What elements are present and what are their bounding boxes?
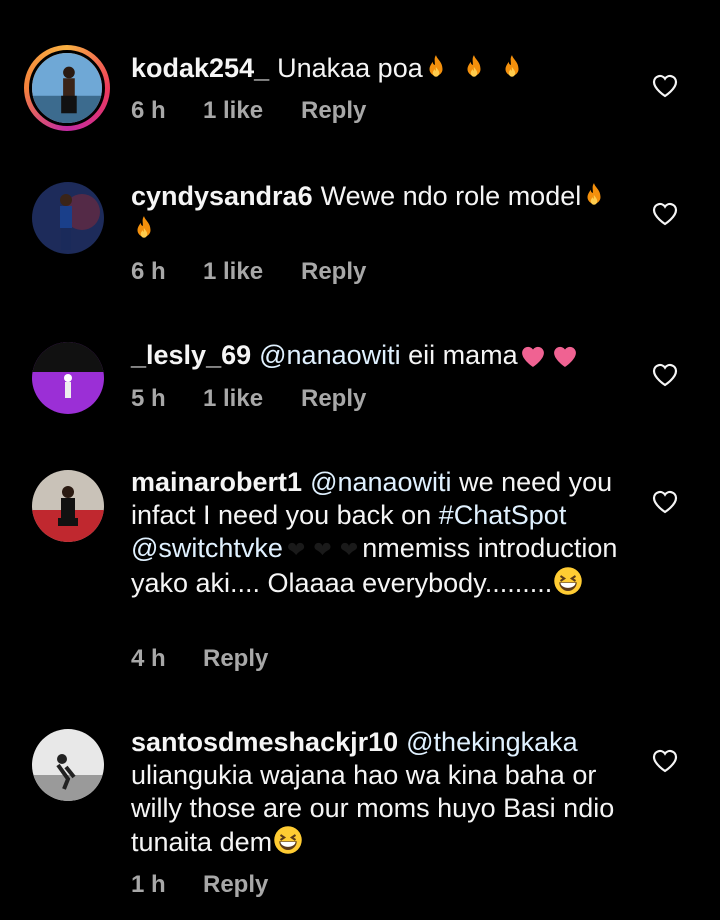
comment-time: 6 h	[131, 258, 166, 285]
username[interactable]: _lesly_69	[131, 340, 251, 370]
comment-text: mainarobert1 @nanaowiti we need you infac…	[131, 466, 631, 600]
comment-body: uliangukia wajana hao wa kina baha or wi…	[131, 760, 615, 857]
fire-emoji-icon	[131, 214, 157, 242]
comment-meta: 6 h 1 like Reply	[131, 97, 366, 125]
avatar[interactable]	[24, 45, 110, 131]
like-count[interactable]: 1 like	[203, 97, 301, 125]
avatar[interactable]	[32, 470, 104, 542]
comment-text: cyndysandra6 Wewe ndo role model	[131, 180, 631, 246]
reply-button[interactable]: Reply	[301, 258, 366, 286]
pink-heart-emoji-icon	[518, 344, 548, 368]
comment-text: santosdmeshackjr10 @thekingkaka ulianguki…	[131, 726, 631, 859]
fire-emoji-icon	[423, 53, 449, 81]
comment-meta: 1 h Reply	[131, 871, 268, 899]
mention-link[interactable]: @switchtvke	[131, 533, 283, 563]
fire-emoji-icon	[499, 53, 525, 81]
username[interactable]: kodak254_	[131, 53, 269, 83]
reply-button[interactable]: Reply	[203, 645, 268, 673]
like-count[interactable]: 1 like	[203, 385, 301, 413]
reply-button[interactable]: Reply	[301, 97, 366, 125]
comment-time: 1 h	[131, 871, 166, 898]
mention-link[interactable]: @nanaowiti	[310, 467, 452, 497]
black-heart-emoji-icon: ❤	[339, 537, 359, 562]
like-count[interactable]: 1 like	[203, 258, 301, 286]
comment-body: Wewe ndo role model	[320, 181, 582, 211]
grinning-face-emoji-icon	[272, 825, 304, 855]
avatar[interactable]	[32, 729, 104, 801]
pink-heart-emoji-icon	[550, 344, 580, 368]
fire-emoji-icon	[461, 53, 487, 81]
like-heart-icon[interactable]	[652, 363, 678, 387]
fire-emoji-icon	[581, 181, 607, 209]
comment-text: _lesly_69 @nanaowiti eii mama	[131, 339, 631, 372]
reply-button[interactable]: Reply	[301, 385, 366, 413]
comment-meta: 6 h 1 like Reply	[131, 258, 366, 286]
like-heart-icon[interactable]	[652, 74, 678, 98]
avatar[interactable]	[32, 342, 104, 414]
comment-body: eii mama	[408, 340, 518, 370]
comment-meta: 4 h Reply	[131, 645, 268, 673]
comment-time: 5 h	[131, 385, 166, 412]
username[interactable]: mainarobert1	[131, 467, 302, 497]
like-heart-icon[interactable]	[652, 202, 678, 226]
mention-link[interactable]: @thekingkaka	[406, 727, 578, 757]
black-heart-emoji-icon: ❤	[286, 537, 306, 562]
like-heart-icon[interactable]	[652, 490, 678, 514]
username[interactable]: cyndysandra6	[131, 181, 313, 211]
username[interactable]: santosdmeshackjr10	[131, 727, 398, 757]
comment-text: kodak254_ Unakaa poa	[131, 52, 631, 85]
avatar[interactable]	[32, 182, 104, 254]
hashtag-link[interactable]: #ChatSpot	[439, 500, 567, 530]
black-heart-emoji-icon: ❤	[313, 537, 332, 562]
comment-meta: 5 h 1 like Reply	[131, 385, 366, 413]
comment-body: Unakaa poa	[277, 53, 423, 83]
grinning-face-emoji-icon	[552, 566, 584, 596]
like-heart-icon[interactable]	[652, 749, 678, 773]
mention-link[interactable]: @nanaowiti	[259, 340, 401, 370]
comment-time: 6 h	[131, 97, 166, 124]
reply-button[interactable]: Reply	[203, 871, 268, 899]
comment-time: 4 h	[131, 645, 166, 672]
